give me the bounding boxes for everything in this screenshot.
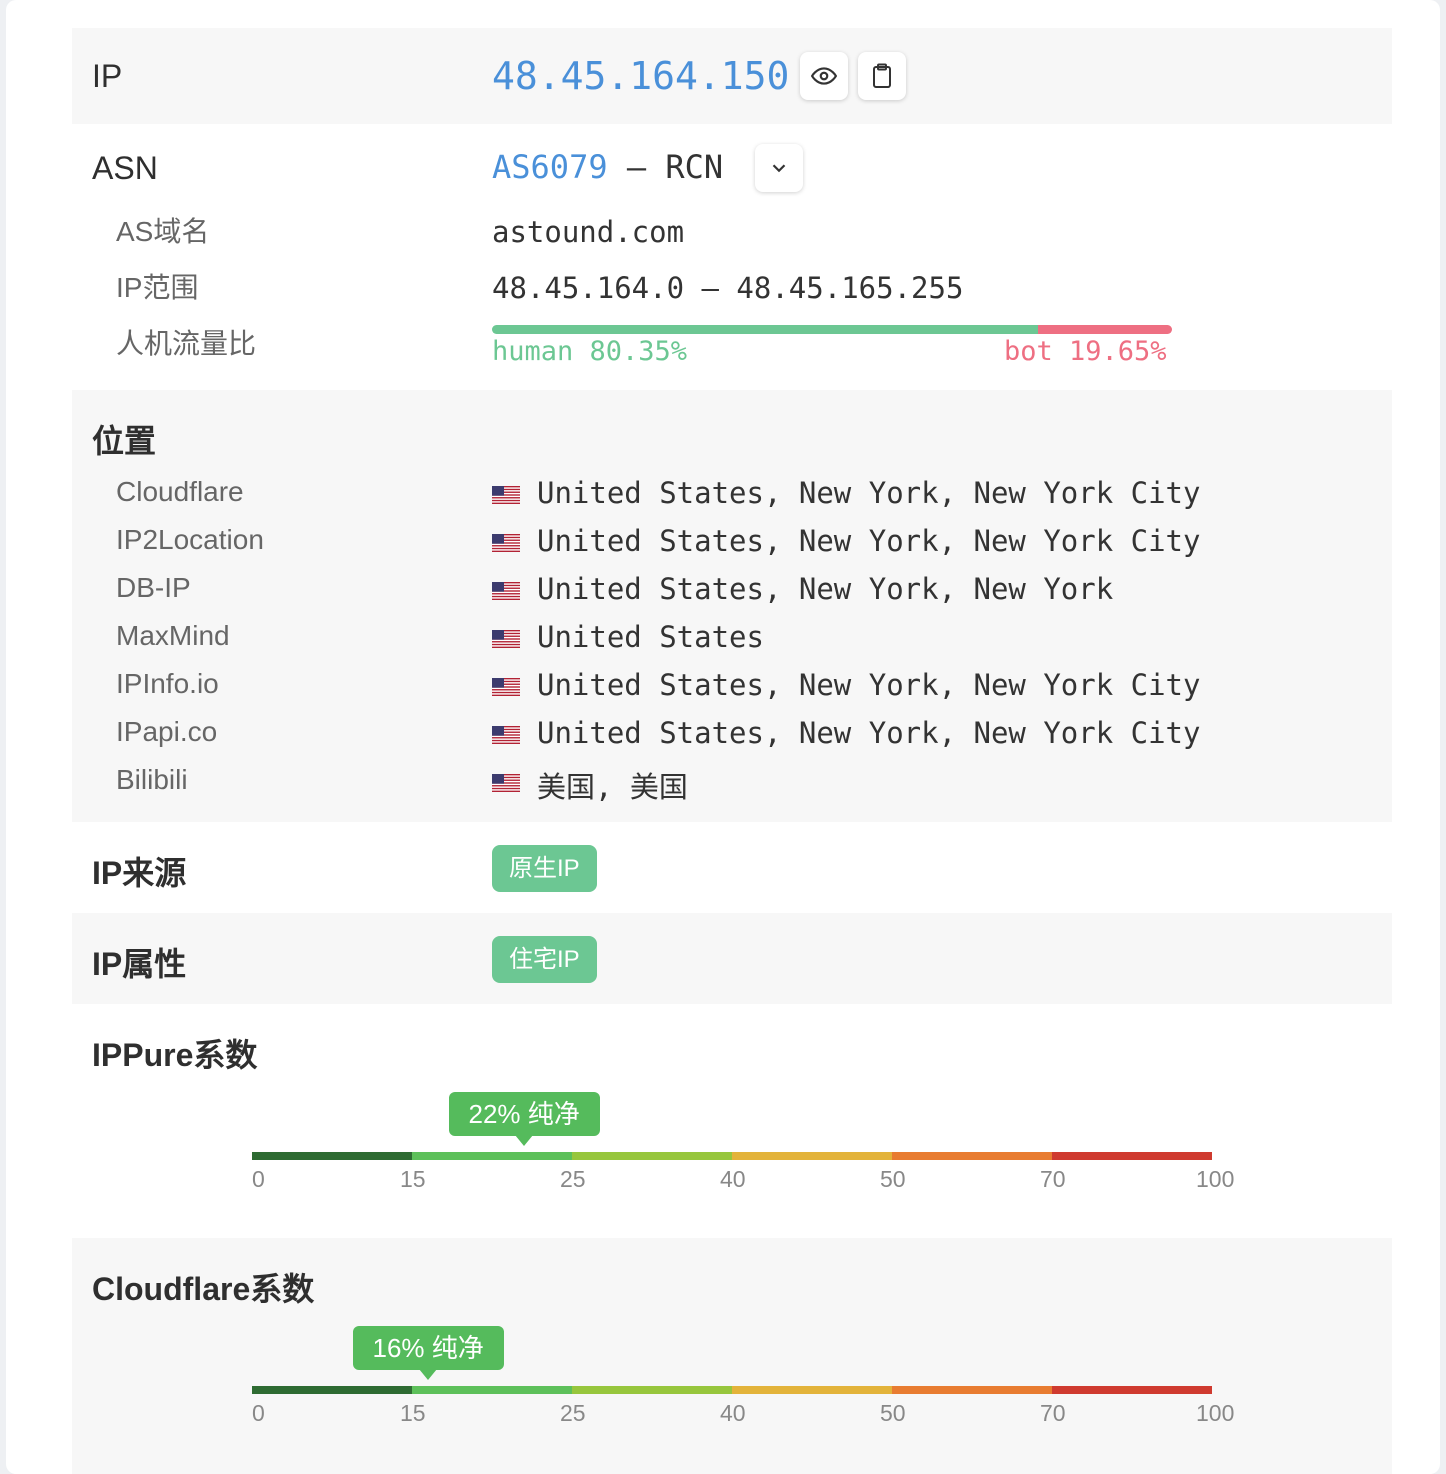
location-source-value: 美国, 美国 [537,770,688,804]
asn-separator: – [607,148,666,186]
scale-tick-label: 50 [880,1400,906,1426]
ip-source-row: IP来源 原生IP [72,822,1392,913]
scale-segment [252,1386,412,1394]
ippure-label: IPPure系数 [92,1037,258,1073]
bot-ratio-text: bot 19.65% [1004,336,1167,367]
score-scale-bar [252,1152,1212,1160]
us-flag-icon [492,582,520,600]
score-bubble-text: 22% 纯净 [468,1099,580,1129]
ip-attribute-row: IP属性 住宅IP [72,913,1392,1004]
location-source-name: IP2Location [116,524,264,555]
scale-segment [732,1386,892,1394]
location-source-value: United States [537,620,764,654]
as-domain-value: astound.com [492,215,685,249]
location-source-value: United States, New York, New York City [537,524,1201,558]
scale-segment [412,1152,572,1160]
score-scale-bar [252,1386,1212,1394]
traffic-ratio-bar [492,325,1172,334]
scale-tick-label: 0 [252,1166,265,1192]
us-flag-icon [492,726,520,744]
asn-expand-button[interactable] [755,144,803,192]
clipboard-icon [873,63,891,88]
scale-tick-label: 40 [720,1400,746,1426]
traffic-ratio-label: 人机流量比 [116,328,257,359]
ip-range-label: IP范围 [116,272,199,303]
score-bubble: 16% 纯净 [352,1326,504,1380]
as-domain-label: AS域名 [116,216,210,247]
score-bubble-text: 16% 纯净 [372,1333,484,1363]
ip-source-label: IP来源 [92,855,187,891]
score-pointer [515,1135,533,1146]
human-ratio-fill [492,325,1039,334]
scale-segment [252,1152,412,1160]
scale-tick-label: 25 [560,1400,586,1426]
location-source-value: United States, New York, New York City [537,716,1201,750]
us-flag-icon [492,534,520,552]
location-source-name: Cloudflare [116,476,244,507]
us-flag-icon [492,774,520,792]
eye-icon [811,67,837,85]
asn-section: ASN AS6079 – RCN AS域名 astound.com IP范围 4… [72,124,1392,390]
location-source-name: Bilibili [116,764,188,795]
asn-value: AS6079 – RCN [492,148,723,186]
scale-segment [1052,1152,1212,1160]
location-source-value: United States, New York, New York City [537,476,1201,510]
cloudflare-section: Cloudflare系数 [72,1238,1392,1474]
ip-attribute-label: IP属性 [92,946,187,982]
bot-ratio-fill [1038,325,1172,334]
ip-attribute-tag: 住宅IP [492,936,597,983]
asn-number-link[interactable]: AS6079 [492,148,608,186]
ip-row: IP 48.45.164.150 [72,28,1392,124]
human-ratio-text: human 80.35% [492,336,688,367]
ip-address[interactable]: 48.45.164.150 [492,54,789,98]
scale-tick-label: 100 [1196,1400,1235,1426]
scale-segment [732,1152,892,1160]
scale-segment [412,1386,572,1394]
score-bubble: 22% 纯净 [448,1092,600,1146]
ip-source-tag: 原生IP [492,845,597,892]
scale-segment [892,1386,1052,1394]
location-source-value: United States, New York, New York [537,572,1114,606]
show-ip-button[interactable] [800,52,848,100]
scale-segment [892,1152,1052,1160]
location-source-name: MaxMind [116,620,230,651]
copy-ip-button[interactable] [858,52,906,100]
us-flag-icon [492,678,520,696]
scale-tick-label: 70 [1040,1400,1066,1426]
scale-tick-label: 15 [400,1166,426,1192]
location-source-name: IPapi.co [116,716,218,747]
location-source-value: United States, New York, New York City [537,668,1201,702]
us-flag-icon [492,486,520,504]
scale-tick-label: 100 [1196,1166,1235,1192]
cloudflare-label: Cloudflare系数 [92,1271,315,1307]
location-label: 位置 [92,423,157,459]
scale-tick-label: 70 [1040,1166,1066,1192]
ip-info-card: IP 48.45.164.150 ASN AS6079 – RCN AS域名 a… [6,0,1440,1474]
scale-segment [572,1386,732,1394]
asn-label: ASN [92,150,158,186]
location-source-name: DB-IP [116,572,191,603]
chevron-down-icon [772,164,786,173]
ip-label: IP [92,58,123,94]
scale-tick-label: 40 [720,1166,746,1192]
scale-tick-label: 50 [880,1166,906,1192]
ip-range-value: 48.45.164.0 – 48.45.165.255 [492,271,964,305]
scale-tick-label: 25 [560,1166,586,1192]
location-section: 位置 [72,390,1392,822]
scale-tick-label: 0 [252,1400,265,1426]
asn-name: RCN [665,148,724,186]
scale-segment [572,1152,732,1160]
ippure-section: IPPure系数 [72,1004,1392,1238]
scale-segment [1052,1386,1212,1394]
location-source-name: IPInfo.io [116,668,219,699]
scale-tick-label: 15 [400,1400,426,1426]
us-flag-icon [492,630,520,648]
score-pointer [419,1369,437,1380]
